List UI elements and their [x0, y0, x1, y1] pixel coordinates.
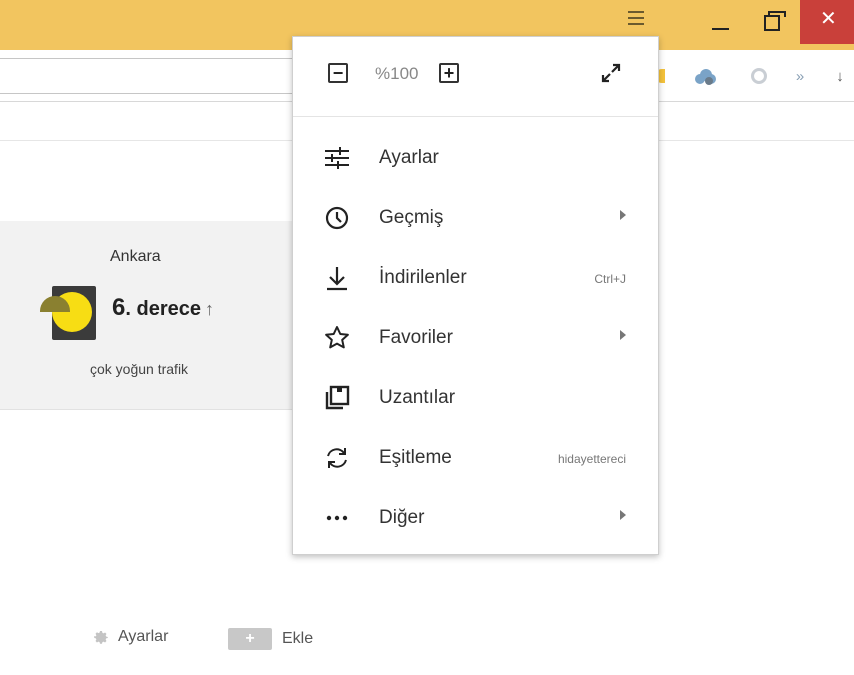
browser-main-menu: − %100 + Ayarlar Geçmiş İndirilenler Ctr… [292, 36, 659, 555]
maximize-button[interactable] [754, 6, 790, 36]
gear-icon [94, 631, 108, 644]
browser-window: ✕ » ↓ Ankara 6. derece ↑ çok yoğun trafik [0, 0, 854, 675]
trend-up-icon: ↑ [204, 299, 214, 319]
weather-temperature: 6. derece ↑ [112, 294, 214, 322]
weather-city: Ankara [110, 248, 161, 265]
zoom-in-button[interactable]: + [439, 63, 459, 83]
menu-item-settings[interactable]: Ayarlar [293, 133, 658, 183]
star-icon [325, 326, 349, 349]
traffic-status: çok yoğun trafik [90, 361, 189, 377]
sync-icon [327, 448, 347, 468]
temperature-unit: . derece [125, 298, 201, 320]
menu-item-label: Favoriler [379, 327, 453, 348]
menu-item-history[interactable]: Geçmiş [293, 193, 658, 243]
menu-item-more[interactable]: Diğer [293, 493, 658, 543]
bottom-settings-label: Ayarlar [118, 628, 169, 645]
weather-widget[interactable]: Ankara 6. derece ↑ çok yoğun trafik [0, 221, 310, 410]
add-plus-icon: + [228, 628, 272, 650]
zoom-controls: − %100 + [293, 37, 658, 117]
menu-item-label: Diğer [379, 507, 425, 528]
cloud-extension-icon[interactable] [690, 64, 720, 88]
menu-item-sync[interactable]: Eşitleme hidayettereci [293, 433, 658, 483]
menu-item-label: Uzantılar [379, 387, 456, 408]
menu-item-downloads[interactable]: İndirilenler Ctrl+J [293, 253, 658, 303]
clock-icon [325, 206, 349, 230]
submenu-arrow-icon [620, 330, 626, 340]
menu-item-label: İndirilenler [379, 267, 467, 288]
menu-item-label: Geçmiş [379, 207, 444, 228]
bottom-add-label: Ekle [282, 630, 314, 647]
search-extension-icon[interactable] [746, 64, 772, 88]
submenu-arrow-icon [620, 510, 626, 520]
extensions-icon [325, 385, 350, 410]
sync-account-name: hidayettereci [557, 452, 626, 466]
overflow-chevron-icon[interactable]: » [790, 64, 810, 88]
bottom-add-link[interactable]: + Ekle [228, 628, 313, 650]
temperature-value: 6 [112, 294, 126, 321]
more-icon [326, 515, 348, 521]
menu-item-extensions[interactable]: Uzantılar [293, 373, 658, 423]
fullscreen-icon[interactable] [599, 61, 623, 85]
zoom-out-button[interactable]: − [328, 63, 348, 83]
shortcut-hint: Ctrl+J [594, 272, 626, 286]
zoom-level: %100 [375, 64, 419, 83]
menu-item-label: Ayarlar [379, 147, 439, 168]
bottom-settings-link[interactable]: Ayarlar [92, 628, 168, 646]
download-toolbar-icon[interactable]: ↓ [830, 64, 850, 88]
weather-sun-cloud-icon [40, 286, 96, 340]
close-icon: ✕ [820, 8, 837, 30]
menu-item-favorites[interactable]: Favoriler [293, 313, 658, 363]
download-icon [327, 267, 347, 291]
menu-hamburger-icon[interactable] [626, 10, 648, 26]
menu-item-label: Eşitleme [379, 447, 452, 468]
close-button[interactable]: ✕ [800, 0, 854, 44]
maximize-icon [764, 11, 786, 31]
sliders-icon [325, 147, 349, 169]
minimize-button[interactable] [702, 6, 738, 36]
submenu-arrow-icon [620, 210, 626, 220]
